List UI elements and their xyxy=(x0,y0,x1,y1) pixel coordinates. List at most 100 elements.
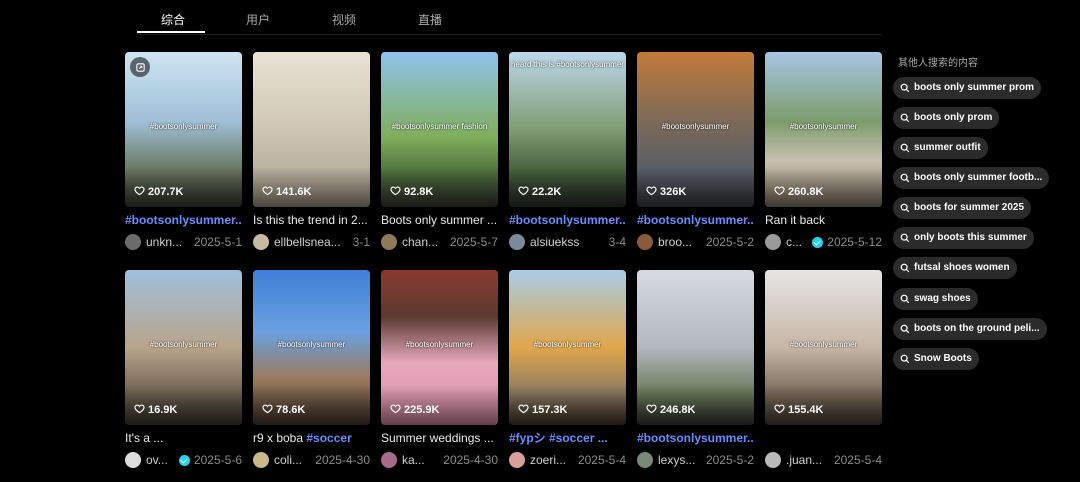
author-name[interactable]: ka... xyxy=(402,453,439,467)
video-overlay-caption: #bootsonlysummer xyxy=(789,340,858,349)
post-date: 2025-4-30 xyxy=(315,453,370,467)
video-title-text: Is this the trend in 2... xyxy=(253,213,368,227)
video-overlay-caption: #bootsonlysummer xyxy=(277,340,346,349)
author-name[interactable]: coli... xyxy=(274,453,311,467)
video-title[interactable]: Summer weddings ... xyxy=(381,431,498,446)
avatar[interactable] xyxy=(637,234,653,250)
video-title[interactable]: Boots only summer ... xyxy=(381,213,498,228)
heart-icon xyxy=(518,185,529,199)
related-search-chip[interactable]: boots only summer prom xyxy=(893,77,1042,99)
video-card[interactable]: 246.8K #bootsonlysummer... lexys... 2025… xyxy=(637,270,754,469)
author-name[interactable]: alsiuekss xyxy=(530,235,605,249)
avatar[interactable] xyxy=(381,452,397,468)
hashtag-link[interactable]: #soccer xyxy=(306,431,351,445)
video-title[interactable]: #bootsonlysummer... xyxy=(509,213,626,228)
tab-live[interactable]: 直播 xyxy=(418,11,442,28)
avatar[interactable] xyxy=(381,234,397,250)
avatar[interactable] xyxy=(765,234,781,250)
avatar[interactable] xyxy=(509,452,525,468)
post-date: 2025-5-4 xyxy=(577,453,626,467)
video-card[interactable]: heard this is #bootsonlysummer 22.2K #bo… xyxy=(509,52,626,251)
video-overlay-caption: #bootsonlysummer xyxy=(149,340,218,349)
tab-all[interactable]: 综合 xyxy=(161,11,185,28)
tab-videos[interactable]: 视频 xyxy=(332,11,356,28)
video-title-text: Ran it back xyxy=(765,213,826,227)
video-title[interactable] xyxy=(765,431,882,446)
author-name[interactable]: chan... xyxy=(402,235,446,249)
video-overlay-caption: #bootsonlysummer xyxy=(149,122,218,131)
avatar[interactable] xyxy=(125,452,141,468)
related-search-chip[interactable]: swag shoes xyxy=(893,288,978,310)
avatar[interactable] xyxy=(253,452,269,468)
post-date: 3-1 xyxy=(352,235,370,249)
video-thumbnail[interactable]: #bootsonlysummer 155.4K xyxy=(765,270,882,425)
avatar[interactable] xyxy=(637,452,653,468)
video-card[interactable]: #bootsonlysummer 260.8K Ran it back c...… xyxy=(765,52,882,251)
related-search-chip[interactable]: boots for summer 2025 xyxy=(893,197,1032,219)
video-card[interactable]: #bootsonlysummer 155.4K .juan... 2025-5-… xyxy=(765,270,882,469)
author-name[interactable]: ellbellsnea... xyxy=(274,235,349,249)
related-search-chip[interactable]: boots only summer footb... xyxy=(893,167,1050,189)
video-card[interactable]: #bootsonlysummer 225.9K Summer weddings … xyxy=(381,270,498,469)
related-search-chip[interactable]: only boots this summer xyxy=(893,227,1034,249)
related-search-chip[interactable]: boots on the ground peli... xyxy=(893,318,1047,340)
hashtag-link[interactable]: #bootsonlysummer... xyxy=(125,213,242,227)
avatar[interactable] xyxy=(125,234,141,250)
video-title[interactable]: #bootsonlysummer... xyxy=(637,213,754,228)
video-thumbnail[interactable]: #bootsonlysummer 225.9K xyxy=(381,270,498,425)
video-title[interactable]: Ran it back xyxy=(765,213,882,228)
hashtag-link[interactable]: #bootsonlysummer... xyxy=(637,431,754,445)
related-search-chip[interactable]: summer outfit xyxy=(893,137,988,159)
video-thumbnail[interactable]: 246.8K xyxy=(637,270,754,425)
video-card[interactable]: #bootsonlysummer 207.7K #bootsonlysummer… xyxy=(125,52,242,251)
video-card[interactable]: #bootsonlysummer 78.6K r9 x boba #soccer… xyxy=(253,270,370,469)
video-thumbnail[interactable]: #bootsonlysummer 78.6K xyxy=(253,270,370,425)
hashtag-link[interactable]: #bootsonlysummer... xyxy=(637,213,754,227)
author-name[interactable]: unkn... xyxy=(146,235,190,249)
video-thumbnail[interactable]: #bootsonlysummer 157.3K xyxy=(509,270,626,425)
video-card[interactable]: 141.6K Is this the trend in 2... ellbell… xyxy=(253,52,370,251)
avatar[interactable] xyxy=(253,234,269,250)
author-name[interactable]: lexys... xyxy=(658,453,702,467)
video-title[interactable]: Is this the trend in 2... xyxy=(253,213,370,228)
avatar[interactable] xyxy=(765,452,781,468)
avatar[interactable] xyxy=(509,234,525,250)
video-card[interactable]: #bootsonlysummer 326K #bootsonlysummer..… xyxy=(637,52,754,251)
video-title[interactable]: It's a ... xyxy=(125,431,242,446)
post-date: 2025-5-7 xyxy=(449,235,498,249)
video-thumbnail[interactable]: heard this is #bootsonlysummer 22.2K xyxy=(509,52,626,207)
video-meta: ka... 2025-4-30 xyxy=(381,451,498,469)
video-card[interactable]: #bootsonlysummer fashion 92.8K Boots onl… xyxy=(381,52,498,251)
related-search-chip[interactable]: futsal shoes women xyxy=(893,257,1017,279)
author-name[interactable]: zoeri... xyxy=(530,453,574,467)
related-searches-title: 其他人搜索的内容 xyxy=(898,58,978,69)
heart-icon xyxy=(134,403,145,417)
video-thumbnail[interactable]: #bootsonlysummer fashion 92.8K xyxy=(381,52,498,207)
video-thumbnail[interactable]: 141.6K xyxy=(253,52,370,207)
video-card[interactable]: #bootsonlysummer 157.3K #fypシ #soccer ..… xyxy=(509,270,626,469)
heart-icon xyxy=(134,185,145,199)
like-count: 157.3K xyxy=(518,403,567,417)
video-thumbnail[interactable]: #bootsonlysummer 16.9K xyxy=(125,270,242,425)
author-name[interactable]: broo... xyxy=(658,235,702,249)
author-name[interactable]: .juan... xyxy=(786,453,830,467)
video-title[interactable]: r9 x boba #soccer xyxy=(253,431,370,446)
video-title[interactable]: #bootsonlysummer... xyxy=(125,213,242,228)
related-search-chip[interactable]: Snow Boots xyxy=(893,348,979,370)
author-name[interactable]: c... xyxy=(786,235,809,249)
hashtag-link[interactable]: #bootsonlysummer... xyxy=(509,213,626,227)
video-thumbnail[interactable]: #bootsonlysummer 260.8K xyxy=(765,52,882,207)
related-search-chip[interactable]: boots only prom xyxy=(893,107,1000,129)
video-thumbnail[interactable]: #bootsonlysummer 207.7K xyxy=(125,52,242,207)
video-meta: ov... 2025-5-6 xyxy=(125,451,242,469)
video-title[interactable]: #fypシ #soccer ... xyxy=(509,431,626,446)
post-date: 2025-5-4 xyxy=(833,453,882,467)
post-date: 2025-5-6 xyxy=(193,453,242,467)
tab-users[interactable]: 用户 xyxy=(246,11,270,28)
author-name[interactable]: ov... xyxy=(146,453,176,467)
video-title[interactable]: #bootsonlysummer... xyxy=(637,431,754,446)
search-tabs: 综合 用户 视频 直播 xyxy=(137,0,882,35)
video-card[interactable]: #bootsonlysummer 16.9K It's a ... ov... … xyxy=(125,270,242,469)
hashtag-link[interactable]: #fypシ #soccer ... xyxy=(509,431,608,445)
video-thumbnail[interactable]: #bootsonlysummer 326K xyxy=(637,52,754,207)
